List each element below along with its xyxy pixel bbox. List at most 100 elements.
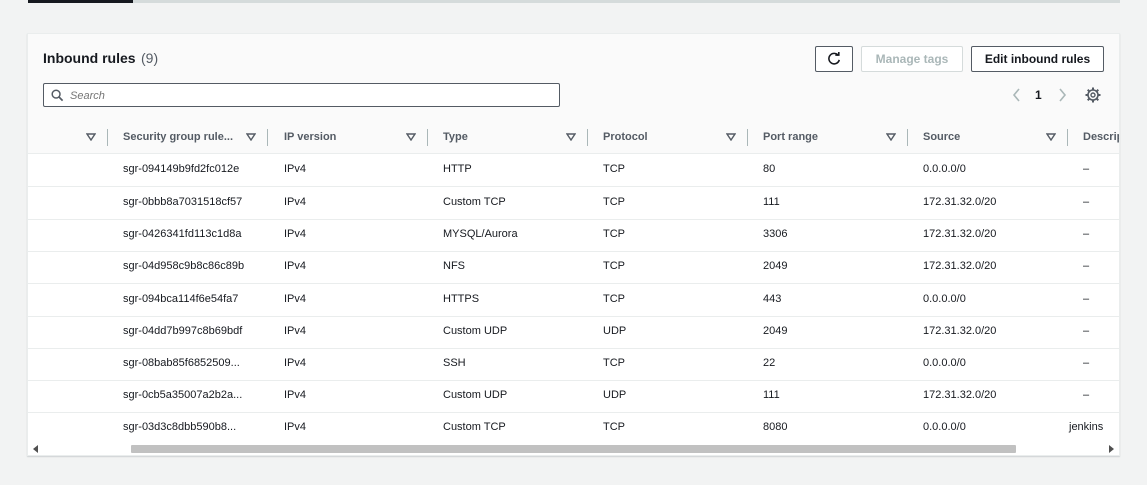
source-cell: 172.31.32.0/20 <box>923 196 997 208</box>
rule-id-cell: sgr-0cb5a35007a2b2a... <box>123 389 243 401</box>
description-cell: – <box>1083 389 1090 401</box>
ip-version-cell: IPv4 <box>284 421 307 433</box>
ip-version-cell: IPv4 <box>284 325 307 337</box>
rule-id-cell: sgr-0426341fd113c1d8a <box>123 228 242 240</box>
rule-id-cell: sgr-04d958c9b8c86c89b <box>123 260 245 272</box>
description-cell: – <box>1083 228 1090 240</box>
chevron-left-icon[interactable] <box>1011 87 1023 103</box>
source-cell: 0.0.0.0/0 <box>923 357 966 369</box>
protocol-cell: TCP <box>603 163 625 175</box>
scrollbar-thumb[interactable] <box>131 445 1016 453</box>
rule-id-cell: sgr-04dd7b997c8b69bdf <box>123 325 243 337</box>
panel-header: Inbound rules (9) Manage tags Edit inbou… <box>28 34 1119 122</box>
port-range-cell: 8080 <box>763 421 788 433</box>
ip-version-cell: IPv4 <box>284 389 307 401</box>
source-cell: 0.0.0.0/0 <box>923 421 966 433</box>
table-row[interactable]: sgr-0bbb8a7031518cf57 IPv4 Custom TCP TC… <box>28 187 1119 220</box>
scroll-left-arrow-icon[interactable] <box>33 445 39 453</box>
column-header-description[interactable]: Descrip <box>1083 121 1119 153</box>
description-cell: – <box>1083 260 1090 272</box>
protocol-cell: TCP <box>603 260 625 272</box>
table-row[interactable]: sgr-04dd7b997c8b69bdf IPv4 Custom UDP UD… <box>28 316 1119 349</box>
rule-id-cell: sgr-0bbb8a7031518cf57 <box>123 196 243 208</box>
type-cell: NFS <box>443 260 465 272</box>
port-range-cell: 111 <box>763 196 780 208</box>
sort-caret-icon[interactable] <box>1046 133 1056 141</box>
ip-version-cell: IPv4 <box>284 163 307 175</box>
ip-version-cell: IPv4 <box>284 357 307 369</box>
sort-caret-icon[interactable] <box>406 133 416 141</box>
table-row[interactable]: sgr-0cb5a35007a2b2a... IPv4 Custom UDP U… <box>28 380 1119 413</box>
table-row[interactable]: sgr-094bca114f6e54fa7 IPv4 HTTPS TCP 443… <box>28 284 1119 317</box>
search-field[interactable] <box>43 83 560 107</box>
column-header-ip-version[interactable]: IP version <box>284 121 336 153</box>
table-row[interactable]: sgr-0426341fd113c1d8a IPv4 MYSQL/Aurora … <box>28 219 1119 252</box>
manage-tags-button[interactable]: Manage tags <box>861 46 963 72</box>
type-cell: HTTPS <box>443 293 480 305</box>
horizontal-scrollbar[interactable] <box>28 441 1119 455</box>
sort-caret-icon[interactable] <box>246 133 256 141</box>
type-cell: Custom UDP <box>443 325 508 337</box>
refresh-icon <box>828 52 841 65</box>
rule-id-cell: sgr-094149b9fd2fc012e <box>123 163 240 175</box>
ip-version-cell: IPv4 <box>284 228 307 240</box>
column-header-port-range[interactable]: Port range <box>763 121 818 153</box>
column-divider[interactable] <box>427 129 428 146</box>
active-tab-indicator <box>28 0 133 3</box>
type-cell: Custom UDP <box>443 389 508 401</box>
description-cell: – <box>1083 163 1090 175</box>
column-header-protocol[interactable]: Protocol <box>603 121 648 153</box>
type-cell: MYSQL/Aurora <box>443 228 518 240</box>
port-range-cell: 2049 <box>763 325 788 337</box>
ip-version-cell: IPv4 <box>284 260 307 272</box>
source-cell: 0.0.0.0/0 <box>923 163 966 175</box>
sort-caret-icon[interactable] <box>726 133 736 141</box>
protocol-cell: TCP <box>603 421 625 433</box>
description-cell: jenkins <box>1069 421 1104 433</box>
source-cell: 172.31.32.0/20 <box>923 389 997 401</box>
description-cell: – <box>1083 357 1090 369</box>
type-cell: Custom TCP <box>443 196 506 208</box>
table-row[interactable]: sgr-08bab85f6852509... IPv4 SSH TCP 22 0… <box>28 348 1119 381</box>
source-cell: 0.0.0.0/0 <box>923 293 966 305</box>
refresh-button[interactable] <box>815 46 853 72</box>
type-cell: HTTP <box>443 163 472 175</box>
scroll-right-arrow-icon[interactable] <box>1109 445 1115 453</box>
column-divider[interactable] <box>107 129 108 146</box>
description-cell: – <box>1083 325 1090 337</box>
column-divider[interactable] <box>267 129 268 146</box>
column-header-type[interactable]: Type <box>443 121 468 153</box>
protocol-cell: UDP <box>603 389 627 401</box>
column-divider[interactable] <box>587 129 588 146</box>
sort-caret-icon[interactable] <box>886 133 896 141</box>
protocol-cell: UDP <box>603 325 627 337</box>
page-number[interactable]: 1 <box>1035 88 1042 102</box>
column-header-rule-id[interactable]: Security group rule... <box>123 121 233 153</box>
rule-id-cell: sgr-094bca114f6e54fa7 <box>123 293 239 305</box>
port-range-cell: 443 <box>763 293 782 305</box>
table-row[interactable]: sgr-04d958c9b8c86c89b IPv4 NFS TCP 2049 … <box>28 251 1119 284</box>
table-row[interactable]: sgr-094149b9fd2fc012e IPv4 HTTP TCP 80 0… <box>28 154 1119 187</box>
type-cell: Custom TCP <box>443 421 506 433</box>
source-cell: 172.31.32.0/20 <box>923 325 997 337</box>
chevron-right-icon[interactable] <box>1056 87 1068 103</box>
sort-caret-icon[interactable] <box>566 133 576 141</box>
table-header: Security group rule... IP version Type P… <box>28 121 1119 154</box>
column-divider[interactable] <box>747 129 748 146</box>
sort-caret-icon[interactable] <box>86 133 96 141</box>
port-range-cell: 2049 <box>763 260 788 272</box>
edit-inbound-rules-button[interactable]: Edit inbound rules <box>971 46 1104 72</box>
description-cell: – <box>1083 293 1090 305</box>
port-range-cell: 22 <box>763 357 776 369</box>
gear-icon[interactable] <box>1085 87 1101 103</box>
column-header-source[interactable]: Source <box>923 121 960 153</box>
source-cell: 172.31.32.0/20 <box>923 228 997 240</box>
protocol-cell: TCP <box>603 228 625 240</box>
table-row[interactable]: sgr-03d3c8dbb590b8... IPv4 Custom TCP TC… <box>28 412 1119 444</box>
column-divider[interactable] <box>907 129 908 146</box>
tab-underline <box>28 0 1120 3</box>
search-icon <box>51 89 64 102</box>
search-input[interactable] <box>68 87 552 105</box>
column-divider[interactable] <box>1067 129 1068 146</box>
source-cell: 172.31.32.0/20 <box>923 260 997 272</box>
